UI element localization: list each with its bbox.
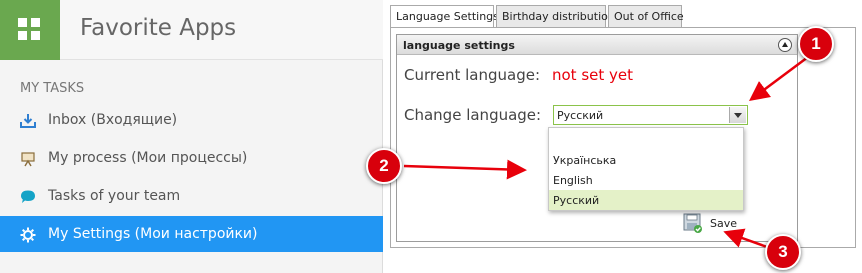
current-language-value: not set yet bbox=[552, 66, 634, 84]
current-language-label: Current language: bbox=[404, 66, 540, 84]
chat-bubble-icon bbox=[21, 190, 35, 203]
tab-birthday-distribution[interactable]: Birthday distribution bbox=[496, 5, 615, 27]
sidebar-item-inbox[interactable]: Inbox (Входящие) bbox=[0, 102, 383, 138]
sidebar-item-my-process[interactable]: My process (Мои процессы) bbox=[0, 140, 383, 176]
collapse-icon[interactable] bbox=[778, 38, 792, 52]
panel-title: language settings bbox=[403, 39, 515, 52]
annotation-badge-2: 2 bbox=[366, 148, 402, 184]
sidebar-item-label: My Settings (Мои настройки) bbox=[48, 226, 258, 242]
app-title: Favorite Apps bbox=[80, 15, 237, 41]
sidebar: Favorite Apps MY TASKS Inbox (Входящие) … bbox=[0, 0, 383, 273]
language-option-blank[interactable] bbox=[549, 130, 743, 150]
inbox-icon bbox=[20, 114, 36, 128]
save-button[interactable]: Save bbox=[710, 217, 737, 230]
chevron-down-icon[interactable] bbox=[729, 107, 746, 123]
sidebar-item-label: My process (Мои процессы) bbox=[48, 150, 248, 166]
panel-header: language settings bbox=[397, 35, 797, 55]
section-title: MY TASKS bbox=[20, 81, 85, 96]
sidebar-item-label: Inbox (Входящие) bbox=[48, 112, 178, 128]
tab-out-of-office[interactable]: Out of Office bbox=[608, 5, 684, 27]
language-option-russian[interactable]: Русский bbox=[549, 190, 743, 210]
sidebar-item-team-tasks[interactable]: Tasks of your team bbox=[0, 178, 383, 214]
sidebar-item-my-settings[interactable]: My Settings (Мои настройки) bbox=[0, 216, 383, 252]
sidebar-item-label: Tasks of your team bbox=[48, 188, 181, 204]
language-select-value: Русский bbox=[557, 109, 604, 122]
language-option-ukrainian[interactable]: Українська bbox=[549, 150, 743, 170]
annotation-badge-1: 1 bbox=[798, 26, 834, 62]
change-language-label: Change language: bbox=[404, 106, 542, 124]
language-dropdown-list: Українська English Русский bbox=[548, 127, 744, 211]
annotation-badge-3: 3 bbox=[765, 234, 801, 270]
language-select[interactable]: Русский bbox=[553, 105, 748, 125]
language-option-english[interactable]: English bbox=[549, 170, 743, 190]
save-icon[interactable] bbox=[683, 212, 703, 234]
presentation-icon bbox=[21, 152, 35, 167]
tab-language-settings[interactable]: Language Settings bbox=[390, 5, 499, 28]
app-header: Favorite Apps bbox=[0, 0, 383, 60]
gear-icon bbox=[20, 227, 36, 243]
apps-grid-icon[interactable] bbox=[0, 0, 60, 60]
